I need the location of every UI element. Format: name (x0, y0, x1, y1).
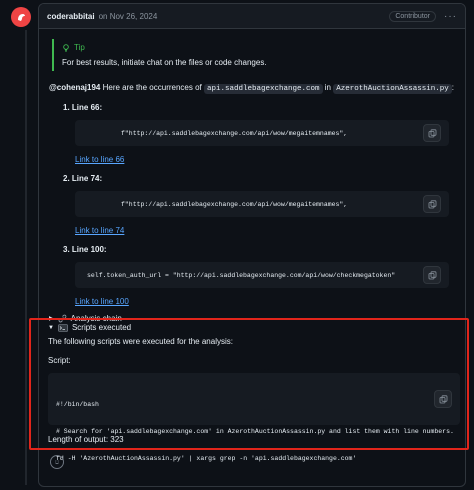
link-to-line-100[interactable]: Link to line 100 (75, 297, 455, 306)
user-mention[interactable]: @cohenaj194 (49, 83, 100, 92)
list-item: 1. Line 66: f"http://api.saddlebagexchan… (63, 103, 455, 164)
script-line: # Search for 'api.saddlebagexchange.com'… (56, 428, 454, 435)
smiley-icon[interactable] (50, 455, 64, 469)
code-text: f"http://api.saddlebagexchange.com/api/w… (121, 129, 348, 137)
comment-header: coderabbitai on Nov 26, 2024 Contributor… (39, 4, 465, 29)
inline-code-domain: api.saddlebagexchange.com (204, 84, 323, 94)
comment-author[interactable]: coderabbitai (47, 12, 95, 21)
intro-text-part: in (322, 83, 334, 92)
script-code-block: #!/bin/bash # Search for 'api.saddlebage… (48, 373, 460, 462)
copy-icon[interactable] (423, 195, 441, 213)
timeline-line (25, 30, 27, 485)
scripts-description: The following scripts were executed for … (48, 337, 233, 346)
scripts-executed-label: Scripts executed (71, 323, 132, 332)
scripts-executed-section: ▼ Scripts executed The following scripts… (48, 323, 460, 462)
intro-text-part: : (451, 83, 454, 92)
intro-text-part: Here are the occurrences of (100, 83, 204, 92)
comment-body: Tip For best results, initiate chat on t… (39, 29, 465, 329)
tip-label: Tip (74, 43, 85, 52)
tip-callout: Tip For best results, initiate chat on t… (52, 39, 455, 71)
kebab-menu-icon[interactable]: ··· (444, 11, 457, 22)
code-snippet: f"http://api.saddlebagexchange.com/api/w… (75, 120, 449, 146)
link-to-line-66[interactable]: Link to line 66 (75, 155, 455, 164)
scripts-executed-toggle[interactable]: ▼ Scripts executed (48, 323, 460, 332)
code-snippet: self.token_auth_url = "http://api.saddle… (75, 262, 449, 288)
tip-text: For best results, initiate chat on the f… (62, 58, 267, 67)
code-snippet: f"http://api.saddlebagexchange.com/api/w… (75, 191, 449, 217)
line-heading: 1. Line 66: (63, 103, 103, 112)
line-heading: 3. Line 100: (63, 245, 107, 254)
intro-text: @cohenaj194 Here are the occurrences of … (49, 83, 455, 94)
code-text: f"http://api.saddlebagexchange.com/api/w… (121, 200, 348, 208)
copy-icon[interactable] (434, 390, 452, 408)
link-to-line-74[interactable]: Link to line 74 (75, 226, 455, 235)
tip-title: Tip (62, 43, 455, 52)
script-label: Script: (48, 356, 71, 365)
copy-icon[interactable] (423, 266, 441, 284)
terminal-icon (58, 323, 68, 332)
inline-code-file: AzerothAuctionAssassin.py (333, 84, 452, 94)
comment-date[interactable]: on Nov 26, 2024 (99, 12, 158, 21)
caret-down-icon: ▼ (48, 324, 54, 331)
code-text: self.token_auth_url = "http://api.saddle… (87, 271, 396, 279)
copy-icon[interactable] (423, 124, 441, 142)
list-item: 2. Line 74: f"http://api.saddlebagexchan… (63, 174, 455, 235)
contributor-badge: Contributor (389, 10, 436, 22)
script-line: #!/bin/bash (56, 401, 99, 408)
list-item: 3. Line 100: self.token_auth_url = "http… (63, 245, 455, 306)
lightbulb-icon (63, 43, 69, 52)
coderabbit-avatar-icon[interactable] (11, 7, 31, 27)
script-line: fd -H 'AzerothAuctionAssassin.py' | xarg… (56, 455, 357, 462)
line-heading: 2. Line 74: (63, 174, 103, 183)
